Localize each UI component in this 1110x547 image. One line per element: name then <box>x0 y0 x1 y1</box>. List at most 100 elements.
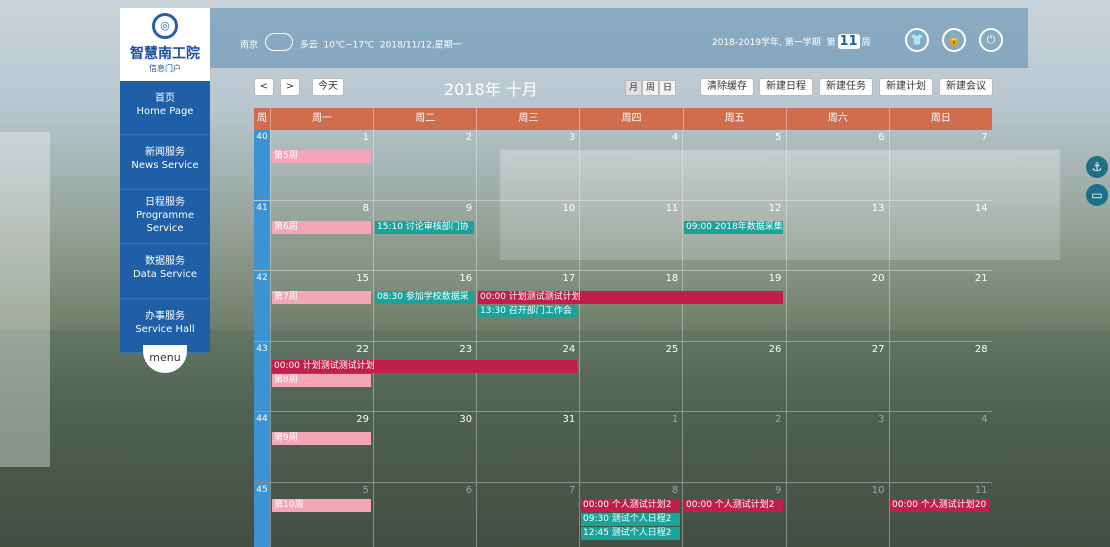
day-cell[interactable]: 26 <box>682 341 785 411</box>
day-cell[interactable]: 7 <box>476 482 579 547</box>
calendar-event[interactable]: 第9周 <box>272 432 371 445</box>
weather-condition: 多云 <box>299 40 318 51</box>
day-cell[interactable]: 2 <box>373 130 476 200</box>
day-cell[interactable]: 9 <box>373 200 476 270</box>
day-cell[interactable]: 27 <box>785 341 889 411</box>
calendar-event[interactable]: 第5周 <box>272 150 371 163</box>
day-cell[interactable]: 28 <box>888 341 992 411</box>
day-cell[interactable]: 7 <box>888 130 992 200</box>
calendar-event[interactable]: 15:10 讨论审核部门协 <box>375 220 474 234</box>
day-cell[interactable]: 31 <box>476 412 579 482</box>
menu-item-label: 首页 <box>155 93 175 104</box>
menu-item-label: 数据服务 <box>145 256 185 268</box>
day-cell[interactable]: 23 <box>373 341 476 411</box>
calendar-event[interactable]: 第7周 <box>272 291 371 304</box>
day-cell[interactable]: 24 <box>476 341 579 411</box>
calendar-event[interactable]: 12:45 测试个人日程2 <box>581 526 680 540</box>
day-cell[interactable]: 8 <box>270 200 373 270</box>
today-button[interactable]: 今天 <box>312 78 344 96</box>
calendar-event[interactable]: 08:30 参加学校数据采 <box>375 291 474 304</box>
day-header: 周四 <box>579 108 682 130</box>
day-view-button[interactable]: 日 <box>659 80 676 96</box>
new-meeting-button[interactable]: 新建会议 <box>939 78 993 96</box>
day-cell[interactable]: 18 <box>579 271 682 341</box>
day-cell[interactable]: 3 <box>476 130 579 200</box>
day-cell[interactable]: 10 <box>785 482 889 547</box>
calendar-week-row: 45 5 6 7 8 9 10 11 第10周 00:00 个人测试计划2 00:00 个人测试计划… <box>254 482 992 547</box>
menu-item-label: 日程服务 <box>145 196 185 208</box>
day-number: 4 <box>981 414 988 425</box>
day-number: 16 <box>459 273 473 284</box>
left-side-panel[interactable] <box>0 132 50 467</box>
menu-item-home[interactable]: 首页 Home Page <box>120 81 210 136</box>
day-number: 24 <box>562 343 576 355</box>
new-schedule-button[interactable]: 新建日程 <box>759 78 813 96</box>
day-cell[interactable]: 13 <box>785 200 889 270</box>
day-cell[interactable]: 15 <box>270 271 373 341</box>
right-widgets: ⚓ ▭ <box>1080 150 1110 330</box>
day-cell[interactable]: 1 <box>270 130 373 200</box>
day-cell[interactable]: 16 <box>373 271 476 341</box>
calendar-event[interactable]: 13:30 召开部门工作会 <box>478 305 577 318</box>
day-cell[interactable]: 29 <box>270 412 373 482</box>
prev-button[interactable]: < <box>254 78 274 96</box>
menu-item-label-en: Service Hall <box>135 323 195 335</box>
menu-item-data[interactable]: 数据服务 Data Service <box>120 244 210 299</box>
weather-date: 2018/11/12,星期一 <box>379 40 462 51</box>
clear-cache-button[interactable]: 清除缓存 <box>700 78 754 96</box>
day-cell[interactable]: 30 <box>373 412 476 482</box>
menu-item-programme[interactable]: 日程服务 Programme Service <box>120 190 210 245</box>
day-number: 13 <box>871 202 885 214</box>
day-cell[interactable]: 10 <box>476 200 579 270</box>
menu-item-label-en: Data Service <box>132 269 197 281</box>
day-cell[interactable]: 21 <box>888 271 992 341</box>
day-cell[interactable]: 4 <box>888 412 992 482</box>
day-number: 18 <box>665 273 679 284</box>
day-cell[interactable]: 1 <box>579 412 682 482</box>
calendar-event[interactable]: 第8周 <box>272 373 371 387</box>
power-icon[interactable]: ⏻ <box>979 28 1003 52</box>
calendar-event[interactable]: 09:00 2018年数据采集 <box>684 220 783 234</box>
day-cell[interactable]: 11 <box>579 200 682 270</box>
next-button[interactable]: > <box>280 78 300 96</box>
day-number: 3 <box>878 414 885 425</box>
menu-item-news[interactable]: 新闻服务 News Service <box>120 135 210 190</box>
calendar-toolbar: < > 今天 2018年 十月 月 周 日 清除缓存 新建日程 新建任务 新建计… <box>254 76 994 100</box>
day-cell[interactable]: 14 <box>888 200 992 270</box>
calendar-event[interactable]: 第6周 <box>272 220 371 234</box>
calendar-event[interactable]: 第10周 <box>272 498 371 512</box>
week-view-button[interactable]: 周 <box>642 80 659 96</box>
emblem-icon: ◎ <box>152 13 178 39</box>
day-cell[interactable]: 11 <box>888 482 992 547</box>
new-task-button[interactable]: 新建任务 <box>819 78 873 96</box>
calendar-week-row: 41 8 9 10 11 12 13 14 第6周 15:10 讨论审核部门协 09:00 2018… <box>254 200 992 271</box>
lock-icon[interactable]: 🔒 <box>942 28 966 52</box>
anchor-icon[interactable]: ⚓ <box>1086 156 1108 178</box>
new-plan-button[interactable]: 新建计划 <box>879 78 933 96</box>
day-number: 11 <box>665 202 679 214</box>
calendar-event[interactable]: 00:00 计划测试测试计划 <box>478 291 783 304</box>
day-cell[interactable]: 4 <box>579 130 682 200</box>
card-icon[interactable]: ▭ <box>1086 184 1108 206</box>
calendar-event[interactable]: 00:00 计划测试测试计划 <box>272 359 577 373</box>
day-number: 15 <box>356 273 369 284</box>
calendar-event[interactable]: 09:30 测试个人日程2 <box>581 512 680 526</box>
day-cell[interactable]: 6 <box>785 130 889 200</box>
day-cell[interactable]: 3 <box>785 412 889 482</box>
day-cell[interactable]: 25 <box>579 341 682 411</box>
day-cell[interactable]: 20 <box>785 271 889 341</box>
menu-item-label-en: Home Page <box>136 106 194 117</box>
day-cell[interactable]: 2 <box>682 412 785 482</box>
day-cell[interactable]: 12 <box>682 200 785 270</box>
day-cell[interactable]: 5 <box>682 130 785 200</box>
day-cell[interactable]: 6 <box>373 482 476 547</box>
shirt-icon[interactable]: 👕 <box>905 28 929 52</box>
calendar-event[interactable]: 00:00 个人测试计划2 <box>581 498 680 512</box>
calendar-event[interactable]: 00:00 个人测试计划20 <box>890 498 989 512</box>
day-cell[interactable]: 9 <box>682 482 785 547</box>
logo[interactable]: ◎ 智慧南工院 信息门户 <box>120 8 210 81</box>
day-cell[interactable]: 5 <box>270 482 373 547</box>
day-cell[interactable]: 19 <box>682 271 785 341</box>
calendar-event[interactable]: 00:00 个人测试计划2 <box>684 498 783 512</box>
month-view-button[interactable]: 月 <box>625 80 642 96</box>
